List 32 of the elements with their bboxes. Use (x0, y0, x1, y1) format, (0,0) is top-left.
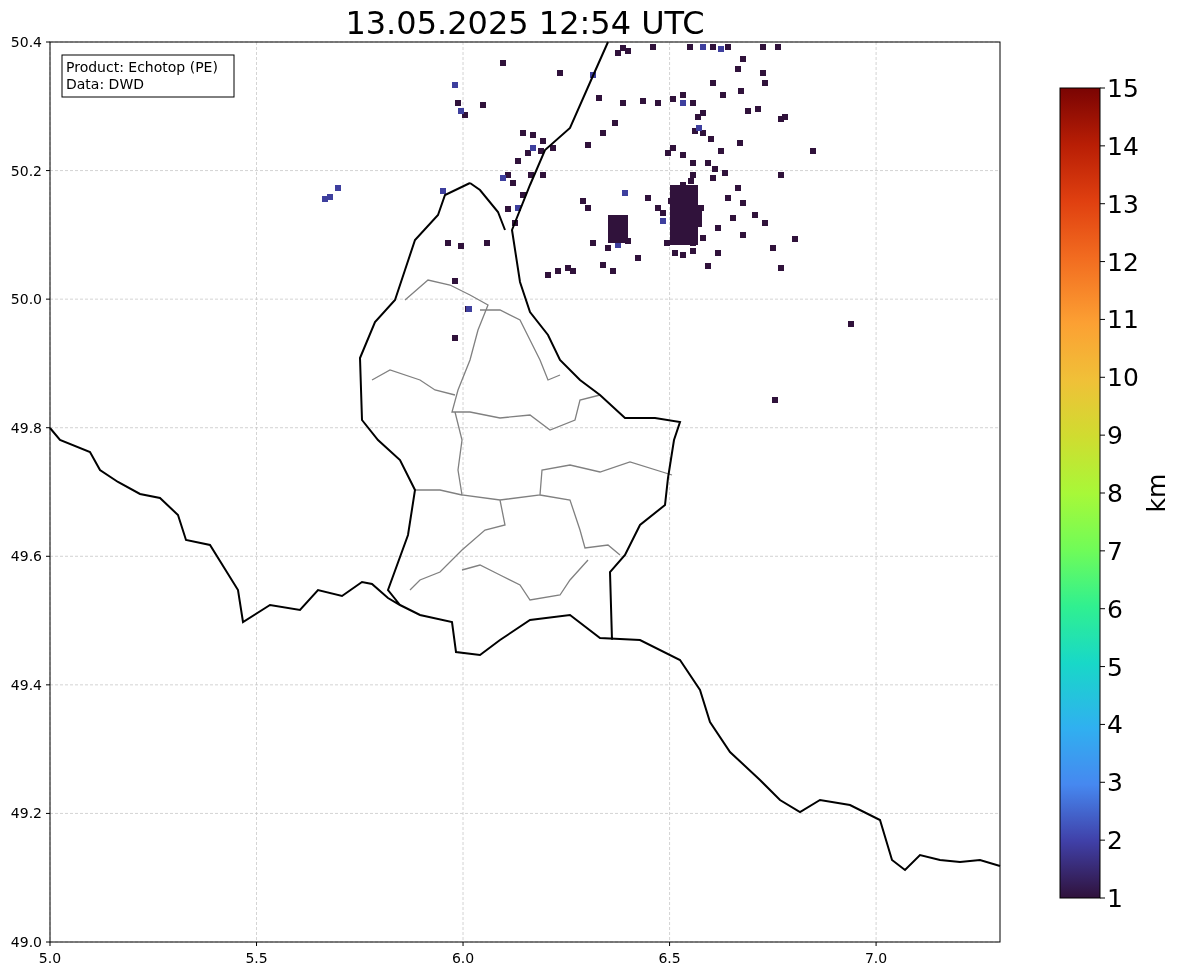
colorbar-tick-label: 11 (1107, 305, 1139, 335)
y-tick-label: 49.2 (10, 805, 42, 822)
colorbar-tick-label: 4 (1107, 710, 1123, 740)
x-tick-label: 6.0 (451, 950, 475, 966)
x-tick-label: 6.5 (658, 950, 681, 966)
colorbar-tick-label: 12 (1107, 247, 1139, 277)
y-tick-label: 50.2 (10, 162, 42, 179)
legend-text: Data: DWD (66, 76, 144, 92)
colorbar-tick-label: 5 (1107, 652, 1123, 682)
colorbar-tick-label: 3 (1107, 768, 1123, 798)
y-tick-label: 49.8 (10, 419, 42, 436)
x-tick-label: 5.0 (38, 950, 62, 966)
y-tick-label: 49.6 (10, 548, 42, 565)
legend-text: Product: Echotop (PE) (66, 59, 218, 75)
colorbar-tick-label: 14 (1107, 131, 1139, 161)
colorbar-tick-label: 10 (1107, 363, 1139, 393)
colorbar-tick-label: 7 (1107, 536, 1123, 566)
y-tick-label: 50.0 (10, 291, 42, 308)
chart-title: 13.05.2025 12:54 UTC (345, 4, 705, 42)
y-tick-label: 50.4 (10, 34, 42, 50)
colorbar-tick-label: 8 (1107, 479, 1123, 508)
colorbar-tick-label: 9 (1107, 421, 1123, 451)
colorbar-label: km (1142, 473, 1171, 513)
colorbar-tick-label: 15 (1107, 74, 1139, 103)
x-tick-label: 5.5 (245, 950, 268, 966)
colorbar-tick-label: 13 (1107, 189, 1139, 219)
x-tick-label: 7.0 (864, 950, 888, 966)
colorbar-tick-label: 6 (1107, 594, 1123, 624)
colorbar-tick-label: 1 (1107, 884, 1123, 913)
y-tick-label: 49.0 (10, 934, 42, 950)
y-tick-label: 49.4 (10, 676, 42, 693)
colorbar-tick-label: 2 (1107, 826, 1123, 856)
